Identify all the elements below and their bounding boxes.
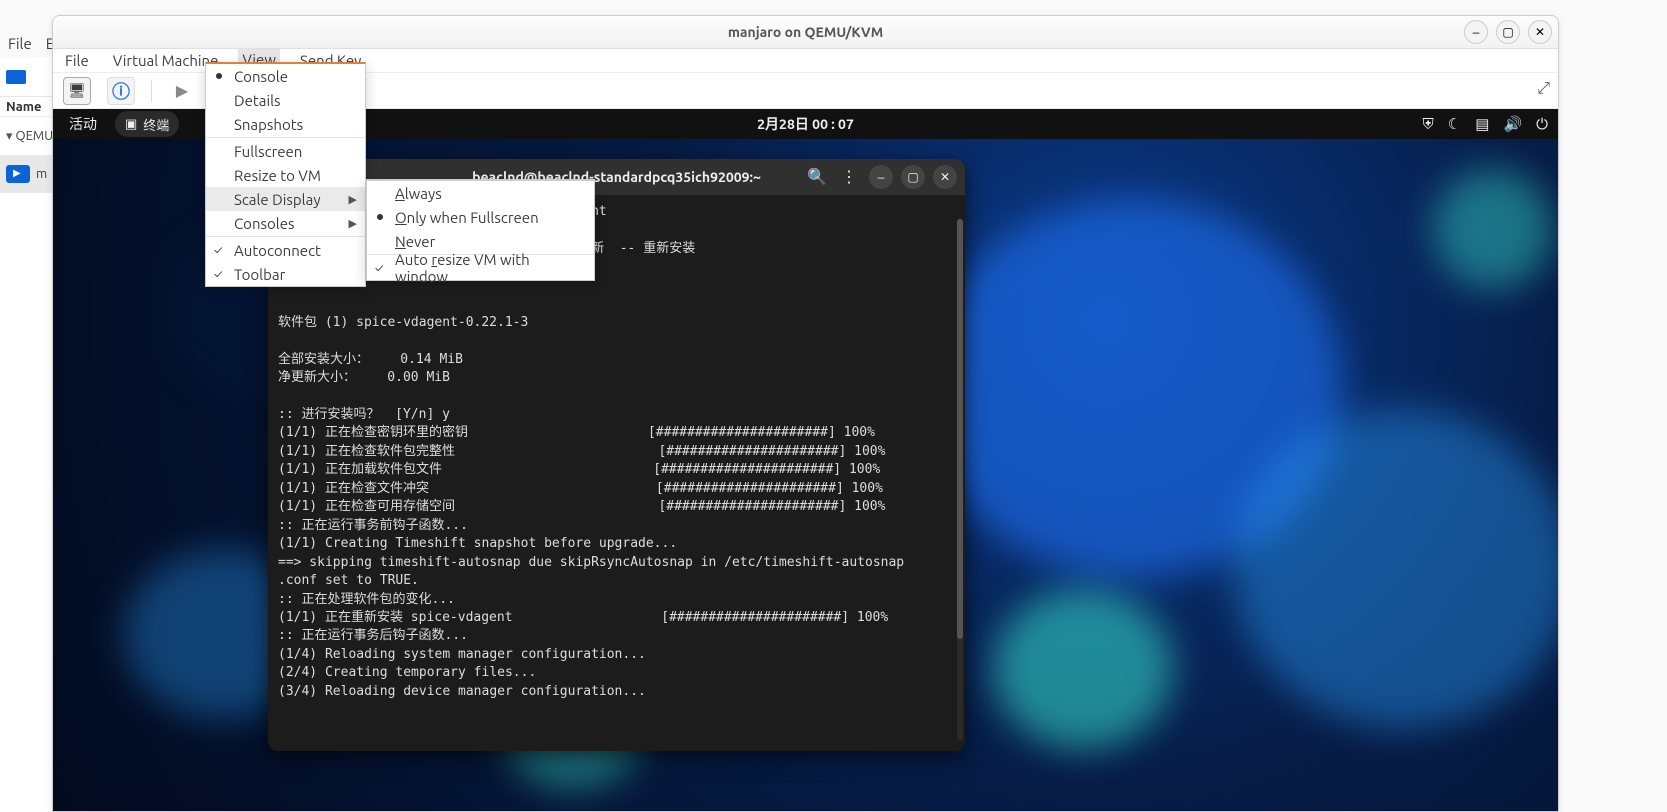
clock[interactable]: 2月28日 00 : 07 <box>757 114 854 134</box>
terminal-minimize-button[interactable]: – <box>869 165 893 189</box>
monitor-icon: 🖥 <box>68 82 86 99</box>
chevron-right-icon: ▶ <box>349 217 357 230</box>
scale-auto-resize-label: Auto resize VM with window <box>395 251 584 285</box>
terminal-scrollbar[interactable] <box>957 219 963 741</box>
vm-title: manjaro on QEMU/KVM <box>728 24 883 40</box>
activities-button[interactable]: 活动 <box>63 111 103 137</box>
terminal-menu-button[interactable]: ⋮ <box>837 165 861 189</box>
view-item-details[interactable]: Details <box>206 88 365 112</box>
scale-never-label: Never <box>395 233 435 250</box>
fullscreen-button[interactable]: ⤢ <box>1537 79 1550 98</box>
console-view-button[interactable]: 🖥 <box>63 77 91 105</box>
host-menubar: File E <box>0 30 54 57</box>
scale-item-always[interactable]: Always <box>367 181 594 205</box>
shield-icon: ⛨ <box>1423 115 1434 133</box>
scale-item-never[interactable]: Never <box>367 229 594 253</box>
terminal-search-button[interactable]: 🔍 <box>805 165 829 189</box>
volume-icon: 🔊 <box>1503 115 1522 133</box>
details-view-button[interactable]: ⓘ <box>107 77 135 105</box>
host-column-header-name[interactable]: Name <box>0 97 54 117</box>
vm-titlebar[interactable]: manjaro on QEMU/KVM – ▢ ✕ <box>53 16 1558 49</box>
info-icon: ⓘ <box>112 78 130 104</box>
check-icon: ✓ <box>375 262 383 275</box>
power-icon: ⏻ <box>1536 115 1548 133</box>
terminal-scrollbar-thumb[interactable] <box>957 219 963 639</box>
scale-item-only-fullscreen[interactable]: Only when Fullscreen <box>367 205 594 229</box>
radio-selected-icon <box>377 214 383 220</box>
run-button[interactable]: ▶ <box>168 77 196 105</box>
scale-only-fullscreen-label: Only when Fullscreen <box>395 209 539 226</box>
terminal-close-button[interactable]: ✕ <box>933 165 957 189</box>
scale-always-label: Always <box>395 185 442 202</box>
check-icon: ✓ <box>214 244 222 257</box>
scale-display-submenu: Always Only when Fullscreen Never ✓ Auto… <box>366 179 595 281</box>
view-dropdown: Console Details Snapshots Fullscreen Res… <box>205 62 366 287</box>
chevron-right-icon: ▶ <box>349 193 357 206</box>
scale-item-auto-resize[interactable]: ✓ Auto resize VM with window <box>367 256 594 280</box>
close-button[interactable]: ✕ <box>1528 20 1552 44</box>
terminal-icon: ▣ <box>125 117 137 132</box>
status-area[interactable]: ⛨ ☾ ▤ 🔊 ⏻ <box>1423 115 1548 133</box>
view-item-autoconnect[interactable]: ✓ Autoconnect <box>206 238 365 262</box>
host-connection-item[interactable]: ▾ QEMU/ <box>0 117 54 155</box>
view-item-toolbar[interactable]: ✓ Toolbar <box>206 262 365 286</box>
view-item-console[interactable]: Console <box>206 64 365 88</box>
view-item-consoles[interactable]: Consoles ▶ <box>206 211 365 235</box>
host-virt-manager-window: File E Name ▾ QEMU/ m <box>0 30 55 812</box>
view-item-scale-display[interactable]: Scale Display ▶ <box>206 187 365 211</box>
running-vm-icon <box>6 165 30 183</box>
fullscreen-icon: ⤢ <box>1537 79 1550 97</box>
maximize-button[interactable]: ▢ <box>1496 20 1520 44</box>
terminal-maximize-button[interactable]: ▢ <box>901 165 925 189</box>
menu-file[interactable]: File <box>61 49 93 72</box>
play-icon: ▶ <box>176 81 188 100</box>
new-vm-icon[interactable] <box>6 70 26 84</box>
radio-selected-icon <box>216 73 222 79</box>
check-icon: ✓ <box>214 268 222 281</box>
search-icon: 🔍 <box>807 167 827 187</box>
night-light-icon: ☾ <box>1448 115 1461 133</box>
view-item-resize-to-vm[interactable]: Resize to VM <box>206 163 365 187</box>
kebab-icon: ⋮ <box>841 167 857 187</box>
network-icon: ▤ <box>1475 115 1489 133</box>
view-item-snapshots[interactable]: Snapshots <box>206 112 365 136</box>
minimize-button[interactable]: – <box>1464 20 1488 44</box>
app-menu-terminal[interactable]: ▣ 终端 <box>115 111 179 137</box>
view-item-fullscreen[interactable]: Fullscreen <box>206 139 365 163</box>
host-vm-item[interactable]: m <box>0 155 54 193</box>
host-menu-file[interactable]: File <box>8 35 32 52</box>
host-toolbar <box>0 57 54 97</box>
